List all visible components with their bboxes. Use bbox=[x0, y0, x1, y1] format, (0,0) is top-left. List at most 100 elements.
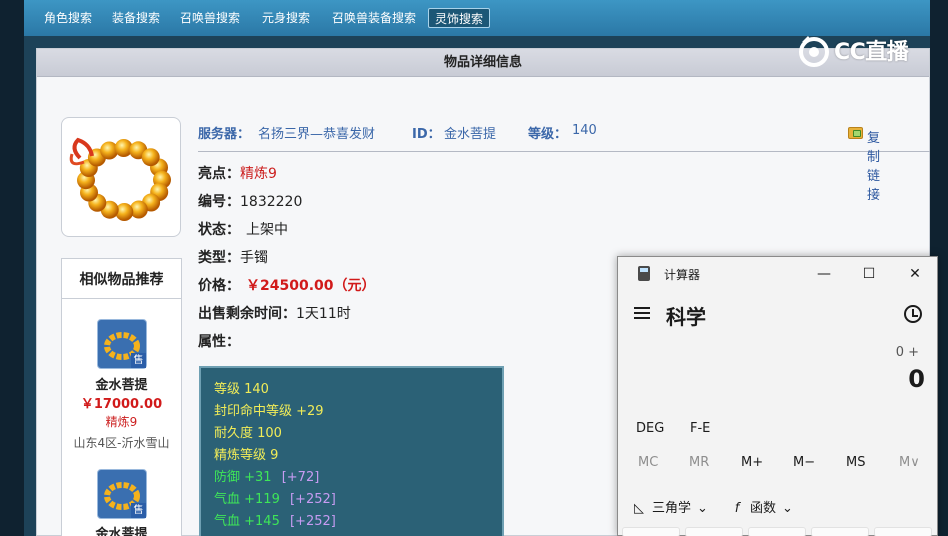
type-label: 类型： bbox=[198, 250, 240, 266]
tab-ornament-search[interactable]: 灵饰搜索 bbox=[428, 8, 491, 28]
attr-defense-value: 防御 +31 bbox=[214, 470, 272, 485]
memory-store-button[interactable]: MS bbox=[846, 455, 865, 470]
memory-list-button[interactable]: M∨ bbox=[899, 455, 920, 470]
serial-label: 编号： bbox=[198, 194, 240, 210]
item-info-header: 服务器： 名扬三界—恭喜发财 ID： 金水菩提 等级： 140 复制链接 bbox=[198, 120, 930, 203]
attr-hp-2: 气血 +145 [+252] bbox=[214, 510, 336, 529]
copy-link-icon bbox=[848, 127, 863, 139]
keypad-key[interactable] bbox=[874, 527, 932, 536]
keypad-key[interactable] bbox=[811, 527, 869, 536]
attr-level: 等级 140 bbox=[214, 382, 269, 397]
status-label: 状态： bbox=[198, 222, 240, 238]
tab-equip-search[interactable]: 装备搜索 bbox=[106, 8, 166, 28]
similar-item-1-price: ￥17000.00 bbox=[80, 397, 163, 412]
calculator-window: 计算器 — ☐ ✕ 科学 0 + 0 DEG F-E MC MR M+ M− M… bbox=[617, 256, 938, 536]
id-label: ID： bbox=[412, 127, 441, 142]
serial-row: 编号：1832220 bbox=[198, 191, 302, 211]
attr-hp-2-extra: [+252] bbox=[289, 514, 336, 529]
attr-defense: 防御 +31 [+72] bbox=[214, 466, 319, 485]
level-value: 140 bbox=[572, 123, 597, 138]
keypad-key[interactable] bbox=[622, 527, 680, 536]
attr-defense-extra: [+72] bbox=[281, 470, 320, 485]
calculator-app-icon bbox=[638, 266, 650, 281]
function-icon: f bbox=[734, 501, 740, 516]
remaining-time-row: 出售剩余时间：1天11时 bbox=[198, 303, 351, 323]
remaining-time-value: 1天11时 bbox=[296, 306, 351, 322]
maximize-button[interactable]: ☐ bbox=[861, 266, 877, 282]
status-value: 上架中 bbox=[246, 222, 288, 238]
remaining-time-label: 出售剩余时间： bbox=[198, 306, 296, 322]
calculator-result: 0 bbox=[908, 365, 925, 393]
calculator-title: 计算器 bbox=[664, 268, 701, 282]
minimize-button[interactable]: — bbox=[816, 266, 832, 282]
highlight-row: 亮点：精炼9 bbox=[198, 163, 277, 183]
hamburger-menu-icon[interactable] bbox=[634, 307, 652, 321]
cc-live-watermark: CC直播 bbox=[796, 32, 920, 68]
left-border bbox=[0, 0, 24, 536]
similar-item-1-name[interactable]: 金水菩提 bbox=[62, 374, 181, 393]
bead bbox=[141, 148, 160, 167]
highlight-label: 亮点： bbox=[198, 166, 240, 182]
memory-subtract-button[interactable]: M− bbox=[793, 455, 815, 470]
similar-item-1-server: 山东4区-沂水雪山 bbox=[73, 436, 170, 450]
attribute-row: 属性： bbox=[198, 331, 240, 351]
trig-dropdown[interactable]: ◺ 三角学 ⌄ bbox=[632, 497, 708, 516]
copy-link-button[interactable]: 复制链接 bbox=[848, 124, 880, 203]
attribute-label: 属性： bbox=[198, 334, 240, 350]
chevron-down-icon: ⌄ bbox=[697, 501, 708, 516]
attr-hp-1: 气血 +119 [+252] bbox=[214, 488, 336, 507]
serial-value: 1832220 bbox=[240, 194, 303, 210]
item-image bbox=[61, 117, 181, 237]
trig-label: 三角学 bbox=[652, 501, 692, 516]
level-label: 等级： bbox=[528, 127, 568, 142]
bead-bracelet-icon bbox=[69, 137, 171, 221]
cc-brand-text: CC直播 bbox=[834, 40, 909, 65]
cc-logo-icon bbox=[799, 36, 829, 67]
calculator-expression: 0 + bbox=[895, 345, 919, 360]
fe-button[interactable]: F-E bbox=[690, 421, 710, 436]
server-value: 名扬三界—恭喜发财 bbox=[258, 127, 376, 142]
status-row: 状态： 上架中 bbox=[198, 219, 288, 239]
attr-refine-level: 精炼等级 9 bbox=[214, 448, 279, 463]
sale-badge: 售 bbox=[131, 503, 146, 518]
tab-pet-equip-search[interactable]: 召唤兽装备搜索 bbox=[326, 8, 422, 28]
similar-item-2-name[interactable]: 金水菩提 bbox=[62, 523, 181, 536]
chevron-down-icon: ⌄ bbox=[782, 501, 793, 516]
similar-items-title: 相似物品推荐 bbox=[62, 259, 181, 299]
type-row: 类型：手镯 bbox=[198, 247, 268, 267]
highlight-value: 精炼9 bbox=[240, 166, 277, 182]
attr-hp-2-value: 气血 +145 bbox=[214, 514, 280, 529]
tab-role-search[interactable]: 角色搜索 bbox=[38, 8, 98, 28]
price-label: 价格： bbox=[198, 278, 240, 294]
memory-recall-button[interactable]: MR bbox=[689, 455, 709, 470]
id-value: 金水菩提 bbox=[444, 127, 497, 142]
attr-seal-hit: 封印命中等级 +29 bbox=[214, 404, 324, 419]
server-label: 服务器： bbox=[198, 127, 251, 142]
function-dropdown[interactable]: f 函数 ⌄ bbox=[730, 497, 793, 516]
similar-item-2-icon[interactable]: 售 bbox=[97, 469, 147, 519]
similar-items-panel: 相似物品推荐 售 金水菩提 ￥17000.00 精炼9 山东4区-沂水雪山 售 … bbox=[61, 258, 182, 536]
tab-pet-search[interactable]: 召唤兽搜索 bbox=[174, 8, 246, 28]
close-button[interactable]: ✕ bbox=[907, 266, 923, 282]
tab-yuanshen-search[interactable]: 元身搜索 bbox=[256, 8, 316, 28]
price-value: ￥24500.00（元） bbox=[246, 278, 376, 294]
memory-add-button[interactable]: M+ bbox=[741, 455, 763, 470]
calculator-mode-title: 科学 bbox=[666, 305, 706, 329]
attr-hp-1-extra: [+252] bbox=[289, 492, 336, 507]
history-icon[interactable] bbox=[904, 305, 922, 323]
top-nav: 角色搜索 装备搜索 召唤兽搜索 元身搜索 召唤兽装备搜索 灵饰搜索 bbox=[24, 0, 930, 36]
sale-badge: 售 bbox=[131, 353, 146, 368]
similar-item-1-icon[interactable]: 售 bbox=[97, 319, 147, 369]
deg-button[interactable]: DEG bbox=[636, 421, 664, 436]
attr-durability: 耐久度 100 bbox=[214, 426, 282, 441]
price-row: 价格： ￥24500.00（元） bbox=[198, 275, 376, 295]
memory-clear-button[interactable]: MC bbox=[638, 455, 658, 470]
keypad-key[interactable] bbox=[685, 527, 743, 536]
keypad-key[interactable] bbox=[748, 527, 806, 536]
calculator-keypad bbox=[622, 527, 934, 536]
attr-hp-1-value: 气血 +119 bbox=[214, 492, 280, 507]
function-label: 函数 bbox=[750, 501, 777, 516]
type-value: 手镯 bbox=[240, 250, 268, 266]
attribute-box: 等级 140 封印命中等级 +29 耐久度 100 精炼等级 9 防御 +31 … bbox=[199, 366, 504, 536]
calculator-titlebar[interactable]: 计算器 — ☐ ✕ bbox=[618, 257, 937, 291]
